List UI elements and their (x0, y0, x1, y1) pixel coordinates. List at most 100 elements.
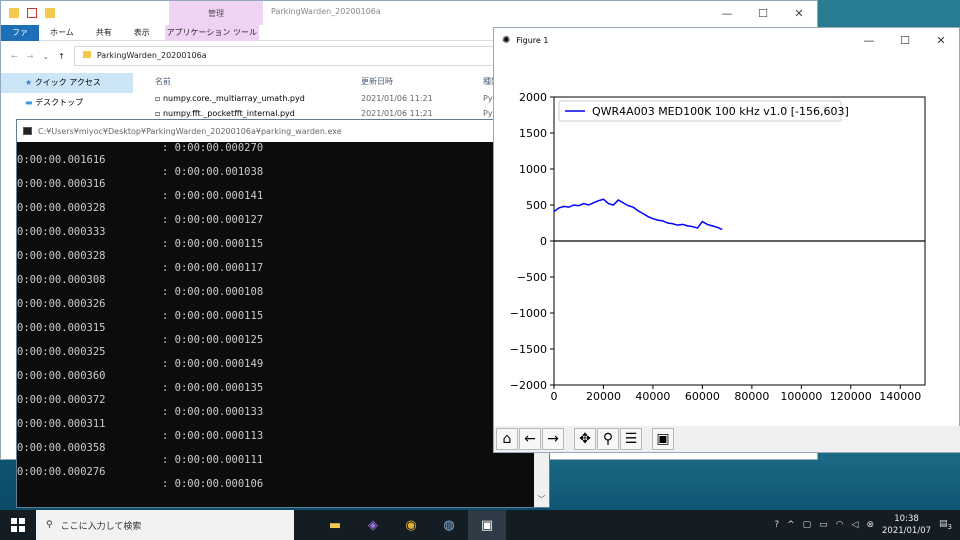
help-icon[interactable]: ? (774, 520, 779, 530)
console-line: 0:00:00.000311 (17, 418, 106, 430)
x-tick-label: 140000 (879, 390, 921, 403)
save-icon[interactable]: ▣ (652, 428, 674, 450)
battery-icon[interactable]: ▭ (819, 520, 828, 530)
y-tick-label: 1500 (519, 127, 547, 140)
mute-icon[interactable]: ⊗ (866, 520, 874, 530)
visual-studio-icon[interactable]: ◈ (354, 510, 392, 540)
tab-app-tools[interactable]: アプリケーション ツール (164, 24, 259, 41)
task-view-icon[interactable] (294, 510, 316, 540)
x-tick-label: 40000 (635, 390, 670, 403)
console-line: : 0:00:00.000115 (162, 310, 264, 322)
start-button[interactable] (0, 510, 36, 540)
path-text: ParkingWarden_20200106a (96, 51, 207, 60)
file-date: 2021/01/06 11:21 (361, 94, 433, 103)
chart: 0 20000 40000 60000 80000 100000 120000 1400002… (510, 91, 926, 403)
notification-icon[interactable]: ▤3 (939, 519, 952, 531)
y-tick-label: 1000 (519, 163, 547, 176)
chrome-icon[interactable]: ◉ (392, 510, 430, 540)
zoom-icon[interactable]: ⚲ (597, 428, 619, 450)
console-title: C:¥Users¥miyoc¥Desktop¥ParkingWarden_202… (38, 126, 342, 136)
explorer-taskbar-icon[interactable]: ▬ (316, 510, 354, 540)
tab-home[interactable]: ホーム (39, 27, 85, 38)
up-arrow-icon[interactable]: ↑ (58, 52, 65, 61)
clock[interactable]: 10:38 2021/01/07 (882, 513, 931, 537)
legend-label: QWR4A003 MED100K 100 kHz v1.0 [-156,603] (592, 105, 849, 118)
back-arrow-icon[interactable]: ← (519, 428, 541, 450)
folder-icon (82, 51, 91, 58)
minimize-button[interactable]: — (851, 28, 887, 52)
chevron-down-icon[interactable]: ⌄ (42, 52, 49, 61)
system-tray: ? ^ ▢ ▭ ◠ ◁ ⊗ 10:38 2021/01/07 ▤3 (774, 510, 960, 540)
console-line: : 0:00:00.000117 (162, 262, 264, 274)
volume-icon[interactable]: ◁ (852, 520, 859, 530)
search-box[interactable]: ⚲ ここに入力して検索 (36, 510, 294, 540)
file-name: numpy.fft._pocketfft_internal.pyd (162, 109, 295, 118)
nav-item-desktop[interactable]: ▬ デスクトップ (1, 93, 133, 113)
column-header-name[interactable]: 名前 (137, 73, 359, 91)
back-arrow-icon[interactable]: ← (11, 52, 18, 61)
explorer-titlebar: 管理 ParkingWarden_20200106a — ☐ ✕ (1, 1, 817, 25)
chevron-up-icon[interactable]: ^ (787, 520, 795, 530)
checkbox-icon[interactable] (27, 8, 37, 18)
y-tick-label: −1500 (510, 343, 547, 356)
nav-item-quick-access[interactable]: ★ クイック アクセス (1, 73, 133, 93)
home-icon[interactable]: ⌂ (496, 428, 518, 450)
tab-file[interactable]: ファイル (1, 24, 39, 53)
console-line: 0:00:00.000276 (17, 466, 106, 478)
console-line: : 0:00:00.000127 (162, 214, 264, 226)
x-tick-label: 0 (551, 390, 558, 403)
console-line: 0:00:00.000328 (17, 202, 106, 214)
console-output: 0:00:00.001616 0:00:00.000316 0:00:00.0003… (17, 142, 535, 507)
search-placeholder: ここに入力して検索 (60, 521, 142, 532)
console-line: : 0:00:00.000113 (162, 430, 264, 442)
file-name: numpy.core._multiarray_umath.pyd (162, 94, 305, 103)
folder-icon (9, 8, 19, 18)
scroll-down-icon[interactable]: ﹀ (534, 494, 549, 505)
console-icon (23, 127, 32, 135)
pan-icon[interactable]: ✥ (574, 428, 596, 450)
wifi-icon[interactable]: ◠ (836, 520, 844, 530)
context-tab-manage[interactable]: 管理 (169, 1, 263, 25)
desktop-icon: ▬ (25, 98, 36, 107)
console-line: : 0:00:00.000108 (162, 286, 264, 298)
figure-window: ✺ Figure 1 — ☐ ✕ 0 20000 40000 60000 80000 10… (493, 27, 960, 453)
configure-subplots-icon[interactable]: ☰ (620, 428, 642, 450)
y-tick-label: 0 (540, 235, 547, 248)
console-line: : 0:00:00.000149 (162, 358, 264, 370)
console-line: 0:00:00.000325 (17, 346, 106, 358)
taskbar: ⚲ ここに入力して検索 ▬ ◈ ◉ ◍ ▣ ? ^ ▢ ▭ ◠ ◁ ⊗ 10:3… (0, 510, 960, 540)
x-tick-label: 60000 (685, 390, 720, 403)
column-header-date[interactable]: 更新日時 (359, 73, 483, 91)
folder-icon[interactable] (45, 8, 55, 18)
console-line: : 0:00:00.000115 (162, 238, 264, 250)
nav-label: デスクトップ (35, 98, 84, 107)
console-line: : 0:00:00.000270 (162, 142, 264, 154)
star-icon: ★ (25, 78, 35, 87)
time: 10:38 (894, 514, 919, 524)
console-line: 0:00:00.000326 (17, 298, 106, 310)
tab-view[interactable]: 表示 (123, 27, 161, 38)
forward-arrow-icon[interactable]: → (542, 428, 564, 450)
console-line: 0:00:00.001616 (17, 154, 106, 166)
tab-share[interactable]: 共有 (85, 27, 123, 38)
console-window: C:¥Users¥miyoc¥Desktop¥ParkingWarden_202… (16, 119, 550, 508)
file-icon: ▫ (155, 109, 163, 118)
console-line: : 0:00:00.000111 (162, 454, 264, 466)
console-line: 0:00:00.000358 (17, 442, 106, 454)
camera-icon[interactable]: ▢ (803, 520, 812, 530)
forward-arrow-icon[interactable]: → (27, 52, 34, 61)
console-line: : 0:00:00.000133 (162, 406, 264, 418)
python-icon[interactable]: ◍ (430, 510, 468, 540)
minimize-button[interactable]: — (709, 1, 745, 25)
close-button[interactable]: ✕ (781, 1, 817, 25)
console-line: : 0:00:00.000141 (162, 190, 264, 202)
console-line: : 0:00:00.000135 (162, 382, 264, 394)
console-line: 0:00:00.000315 (17, 322, 106, 334)
close-button[interactable]: ✕ (923, 28, 959, 52)
console-line: : 0:00:00.000125 (162, 334, 264, 346)
maximize-button[interactable]: ☐ (887, 28, 923, 52)
y-tick-label: 2000 (519, 91, 547, 104)
console-taskbar-icon[interactable]: ▣ (468, 510, 506, 540)
console-line: : 0:00:00.000106 (162, 478, 264, 490)
maximize-button[interactable]: ☐ (745, 1, 781, 25)
